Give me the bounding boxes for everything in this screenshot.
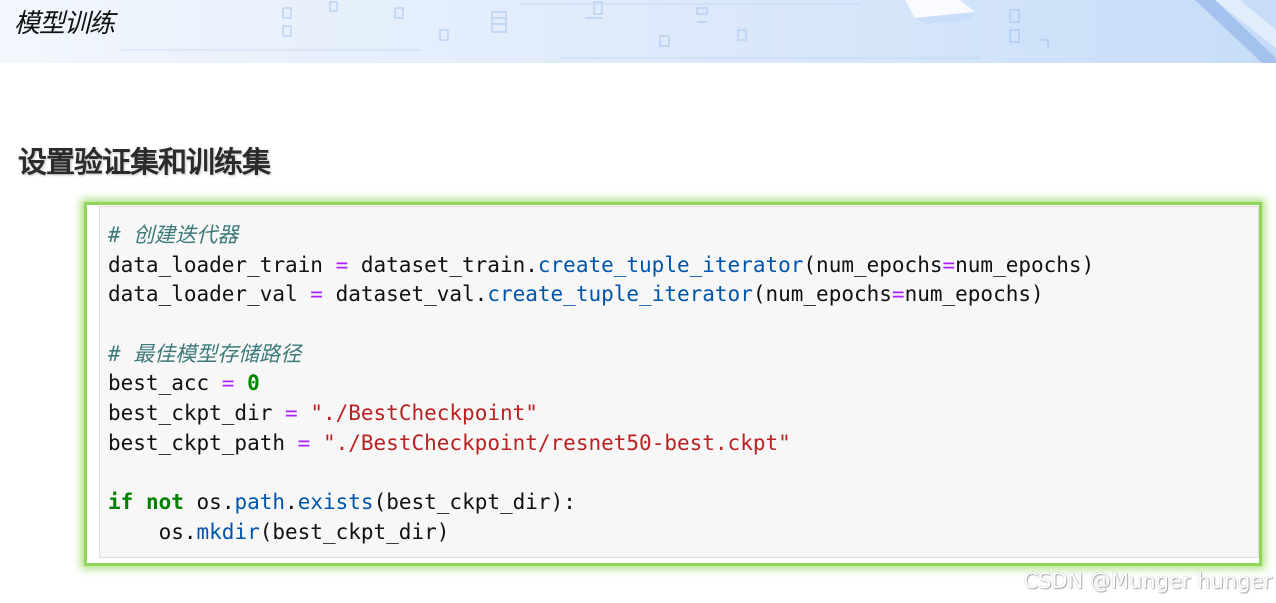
code-token-comment: # 最佳模型存储路径 [108,341,302,366]
code-token-op: = [221,371,235,396]
code-token-comment: # 创建迭代器 [108,223,239,247]
code-token-op: = [891,282,905,307]
code-token-op: = [335,252,349,277]
header-banner: 模型训练 [0,0,1276,63]
banner-tech-pattern [120,0,1276,63]
code-token-plain: os. [108,519,197,544]
code-token-plain: (best_ckpt_dir) [259,519,450,544]
code-token-plain: . [285,490,298,515]
code-token-kw: if [108,490,134,515]
code-block: # 创建迭代器 data_loader_train = dataset_train… [108,221,1094,548]
code-line: best_ckpt_path = "./BestCheckpoint/resne… [108,429,1094,459]
code-token-attr: path [234,490,286,515]
code-token-plain: (num_epochs [752,282,892,307]
code-token-plain: dataset_train. [348,252,538,277]
code-line: # 创建迭代器 [108,221,1094,251]
code-line: os.mkdir(best_ckpt_dir) [108,518,1094,548]
csdn-watermark: CSDN @Munger hunger [1023,569,1272,593]
code-line: data_loader_val = dataset_val.create_tup… [108,280,1094,310]
code-token-plain: num_epochs) [955,252,1095,277]
code-token-plain: dataset_val. [322,282,488,307]
code-token-op: = [285,401,298,426]
code-token-op: = [297,430,311,455]
code-line: if not os.path.exists(best_ckpt_dir): [108,488,1094,518]
code-token-plain: (num_epochs [803,252,943,277]
code-token-plain: best_acc [108,371,222,396]
section-heading: 设置验证集和训练集 [18,145,271,179]
code-token-func: create_tuple_iterator [487,282,753,307]
code-token-func: create_tuple_iterator [537,252,804,277]
code-token-plain: data_loader_train [108,252,336,277]
code-line: best_acc = 0 [108,369,1094,399]
code-token-op: = [942,252,956,277]
code-token-func: mkdir [196,519,260,544]
code-token-plain: best_ckpt_path [108,430,298,455]
code-token-str: "./BestCheckpoint/resnet50-best.ckpt" [322,430,791,455]
code-line: best_ckpt_dir = "./BestCheckpoint" [108,399,1094,429]
code-token-op: = [310,282,323,307]
banner-title: 模型训练 [14,9,115,39]
code-token-plain: num_epochs) [904,282,1044,307]
code-line: # 最佳模型存储路径 [108,340,1094,370]
code-token-func: exists [297,490,374,515]
code-token-str: "./BestCheckpoint" [310,401,538,426]
code-line: data_loader_train = dataset_train.create… [108,251,1094,281]
code-token-plain: best_ckpt_dir [108,401,286,426]
code-token-plain: (best_ckpt_dir): [373,490,576,515]
code-token-plain: data_loader_val [108,282,311,307]
code-token-plain: os. [183,490,235,515]
code-token-num: 0 [247,371,260,396]
code-token-kwop: not [145,490,184,515]
